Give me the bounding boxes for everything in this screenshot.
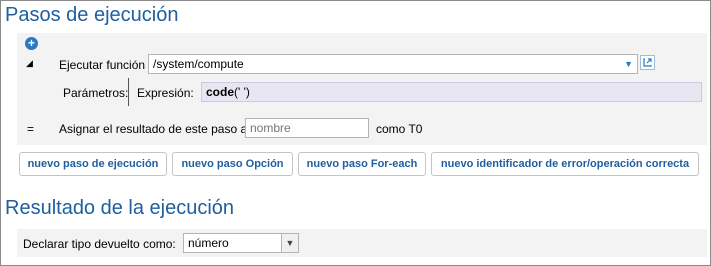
assign-marker: = [27,122,35,136]
return-type-select[interactable]: número ▼ [183,233,299,253]
expression-field[interactable]: code(' ') [201,82,702,102]
chevron-down-icon[interactable]: ▼ [281,234,298,252]
params-divider [128,78,129,106]
assign-suffix: como T0 [376,122,423,136]
function-select[interactable]: /system/compute ▼ [148,54,638,74]
assign-label: Asignar el resultado de este paso a [59,122,248,136]
new-error-handler-button[interactable]: nuevo identificador de error/operación c… [431,152,699,176]
plus-circle-icon[interactable]: + [25,37,38,50]
return-type-label: Declarar tipo devuelto como: [23,237,176,251]
chevron-down-icon[interactable]: ▼ [624,55,633,73]
assign-name-input[interactable] [245,118,369,138]
params-label: Parámetros: [63,86,129,100]
expression-args: (' ') [234,85,250,99]
external-link-icon[interactable] [640,55,655,70]
collapse-triangle-icon[interactable]: ◢ [26,58,33,69]
return-type-value: número [188,236,229,250]
expression-label: Expresión: [137,86,194,100]
new-option-button[interactable]: nuevo paso Opción [172,152,293,176]
new-foreach-button[interactable]: nuevo paso For-each [298,152,426,176]
result-section-title: Resultado de la ejecución [5,197,235,219]
steps-section-title: Pasos de ejecución [5,4,179,26]
function-label: Ejecutar función [59,58,146,72]
expression-function: code [206,85,235,99]
function-value: /system/compute [153,57,244,71]
new-step-button[interactable]: nuevo paso de ejecución [19,152,167,176]
